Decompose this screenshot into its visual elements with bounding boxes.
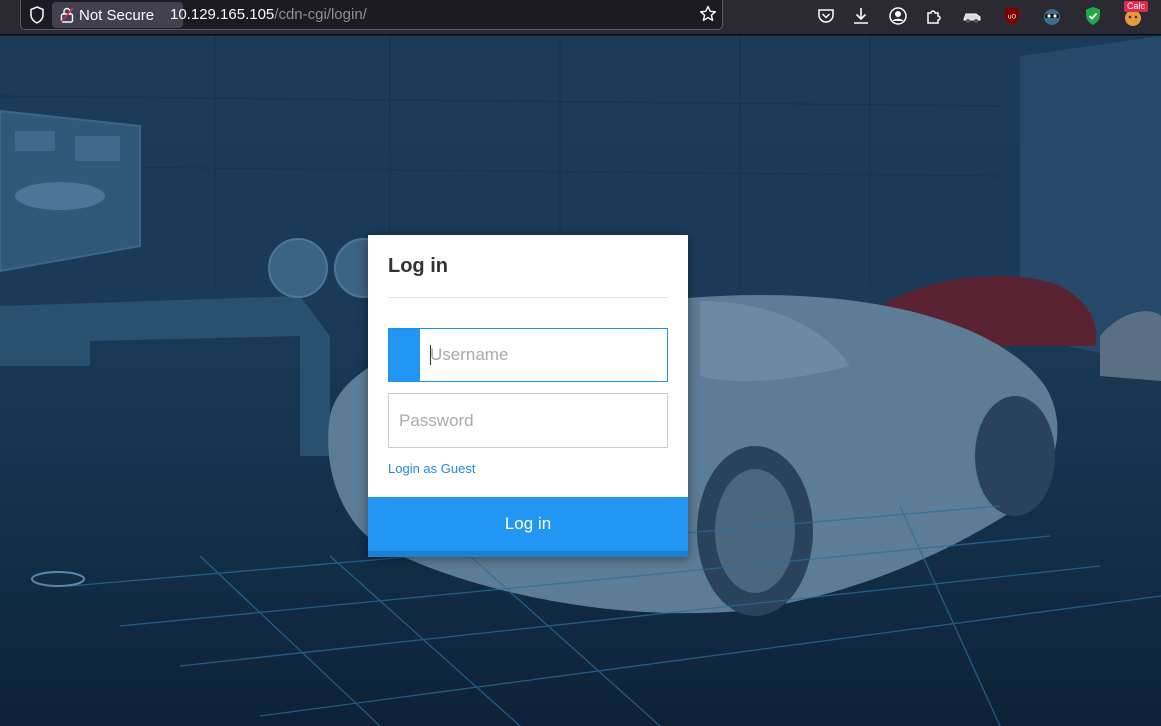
username-field[interactable] — [388, 328, 668, 382]
login-title: Log in — [388, 255, 448, 277]
login-form: Log in Login as Guest Log in — [368, 235, 688, 557]
vehicle-extension-icon[interactable] — [961, 5, 983, 27]
url-path: /cdn-cgi/login/ — [274, 6, 367, 23]
address-bar[interactable]: Not Secure 10.129.165.105/cdn-cgi/login/ — [20, 0, 723, 30]
login-as-guest-link[interactable]: Login as Guest — [388, 461, 475, 476]
pocket-icon[interactable] — [815, 5, 837, 27]
shield-check-extension-icon[interactable] — [1082, 5, 1104, 27]
account-icon[interactable] — [887, 5, 909, 27]
password-field[interactable] — [388, 393, 668, 448]
url-text[interactable]: 10.129.165.105/cdn-cgi/login/ — [170, 6, 367, 23]
site-security-button[interactable]: Not Secure — [52, 2, 183, 28]
svg-text:uO: uO — [1008, 14, 1017, 21]
username-accent-bar — [389, 329, 420, 381]
lock-insecure-icon — [60, 7, 74, 23]
bookmark-star-icon[interactable] — [699, 5, 717, 23]
title-divider — [388, 297, 668, 298]
ublock-icon[interactable]: uO — [1001, 5, 1023, 27]
security-label: Not Secure — [79, 7, 155, 24]
browser-toolbar: Not Secure 10.129.165.105/cdn-cgi/login/… — [0, 0, 1161, 35]
shield-icon[interactable] — [29, 6, 45, 24]
password-input[interactable] — [399, 409, 654, 433]
username-input[interactable] — [430, 343, 660, 367]
text-caret — [430, 345, 431, 365]
extensions-icon[interactable] — [923, 5, 945, 27]
url-host: 10.129.165.105 — [170, 6, 275, 23]
spy-extension-icon[interactable] — [1041, 5, 1063, 27]
extension-badge: Calc — [1124, 1, 1149, 12]
download-icon[interactable] — [850, 5, 872, 27]
login-button[interactable]: Log in — [368, 497, 688, 557]
